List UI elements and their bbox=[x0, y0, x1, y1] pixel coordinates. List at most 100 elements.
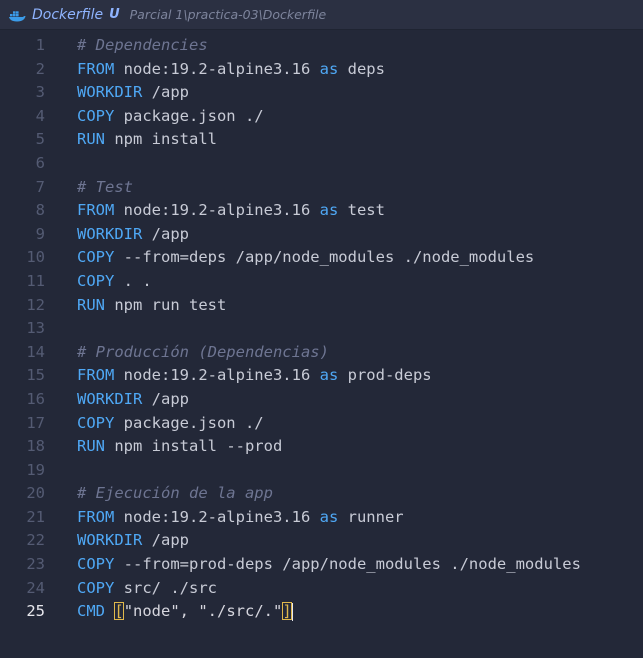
line-content: WORKDIR /app bbox=[45, 529, 189, 553]
docker-icon bbox=[8, 8, 26, 22]
keyword-token: COPY bbox=[77, 248, 115, 267]
line-number: 21 bbox=[26, 507, 45, 526]
line-number: 15 bbox=[26, 366, 45, 385]
line-number: 23 bbox=[26, 555, 45, 574]
line-number: 5 bbox=[35, 130, 45, 149]
text-token: src/ ./src bbox=[114, 578, 217, 597]
keyword-token: RUN bbox=[77, 295, 105, 314]
keyword-token: as bbox=[319, 366, 339, 385]
comment-token: # Producción (Dependencias) bbox=[77, 342, 329, 361]
code-line[interactable]: 13 bbox=[0, 317, 643, 341]
text-token: test bbox=[338, 201, 385, 220]
code-line[interactable]: 20 # Ejecución de la app bbox=[0, 482, 643, 506]
code-line[interactable]: 10 COPY --from=deps /app/node_modules ./n… bbox=[0, 246, 643, 270]
line-number: 4 bbox=[35, 106, 45, 125]
code-line[interactable]: 15 FROM node:19.2-alpine3.16 as prod-deps bbox=[0, 364, 643, 388]
line-content: RUN npm install --prod bbox=[45, 435, 282, 459]
line-number: 25 bbox=[26, 602, 45, 621]
keyword-token: FROM bbox=[77, 507, 115, 526]
line-content bbox=[45, 459, 77, 483]
line-content bbox=[45, 317, 77, 341]
text-token: /app bbox=[142, 531, 189, 550]
line-content: FROM node:19.2-alpine3.16 as deps bbox=[45, 58, 385, 82]
line-number: 7 bbox=[35, 177, 45, 196]
text-token: package.json ./ bbox=[114, 413, 264, 432]
string-token: "node", "./src/." bbox=[123, 602, 283, 621]
line-content: FROM node:19.2-alpine3.16 as test bbox=[45, 199, 385, 223]
keyword-token: FROM bbox=[77, 201, 115, 220]
bracket-match: ] bbox=[282, 602, 292, 621]
keyword-token: COPY bbox=[77, 555, 115, 574]
line-content: WORKDIR /app bbox=[45, 81, 189, 105]
text-token: prod-deps bbox=[338, 366, 432, 385]
comment-token: # Test bbox=[77, 177, 133, 196]
editor-tab[interactable]: Dockerfile U Parcial 1\practica-03\Docke… bbox=[0, 0, 643, 30]
keyword-token: WORKDIR bbox=[77, 83, 143, 102]
code-line[interactable]: 11 COPY . . bbox=[0, 270, 643, 294]
line-content: # Test bbox=[45, 176, 133, 200]
line-content: RUN npm install bbox=[45, 128, 217, 152]
line-content: COPY --from=deps /app/node_modules ./nod… bbox=[45, 246, 534, 270]
code-line[interactable]: 25 CMD ["node", "./src/."] bbox=[0, 600, 643, 624]
keyword-token: as bbox=[319, 507, 339, 526]
code-line[interactable]: 24 COPY src/ ./src bbox=[0, 577, 643, 601]
line-content: FROM node:19.2-alpine3.16 as prod-deps bbox=[45, 364, 432, 388]
code-line[interactable]: 1 # Dependencies bbox=[0, 34, 643, 58]
text-token: --from=prod-deps /app/node_modules ./nod… bbox=[114, 555, 581, 574]
code-line[interactable]: 6 bbox=[0, 152, 643, 176]
text-token: node:19.2-alpine3.16 bbox=[114, 201, 320, 220]
bracket-match: [ bbox=[114, 602, 124, 621]
text-token: deps bbox=[338, 59, 385, 78]
line-number: 19 bbox=[26, 460, 45, 479]
code-line[interactable]: 16 WORKDIR /app bbox=[0, 388, 643, 412]
text-cursor bbox=[291, 602, 294, 621]
code-line[interactable]: 5 RUN npm install bbox=[0, 128, 643, 152]
line-number: 12 bbox=[26, 295, 45, 314]
code-line[interactable]: 14 # Producción (Dependencias) bbox=[0, 341, 643, 365]
code-line[interactable]: 21 FROM node:19.2-alpine3.16 as runner bbox=[0, 506, 643, 530]
line-number: 9 bbox=[35, 224, 45, 243]
line-content: WORKDIR /app bbox=[45, 223, 189, 247]
code-line[interactable]: 9 WORKDIR /app bbox=[0, 223, 643, 247]
line-content: RUN npm run test bbox=[45, 294, 226, 318]
code-line[interactable]: 8 FROM node:19.2-alpine3.16 as test bbox=[0, 199, 643, 223]
comment-token: # Dependencies bbox=[77, 36, 208, 54]
code-line[interactable]: 2 FROM node:19.2-alpine3.16 as deps bbox=[0, 58, 643, 82]
line-content: COPY src/ ./src bbox=[45, 577, 217, 601]
code-line[interactable]: 22 WORKDIR /app bbox=[0, 529, 643, 553]
text-token: node:19.2-alpine3.16 bbox=[114, 507, 320, 526]
code-line[interactable]: 18 RUN npm install --prod bbox=[0, 435, 643, 459]
text-token: npm run test bbox=[105, 295, 227, 314]
line-content: WORKDIR /app bbox=[45, 388, 189, 412]
code-line[interactable]: 3 WORKDIR /app bbox=[0, 81, 643, 105]
text-token: /app bbox=[142, 83, 189, 102]
git-status-badge: U bbox=[109, 7, 120, 22]
line-number: 13 bbox=[26, 319, 45, 338]
keyword-token: RUN bbox=[77, 130, 105, 149]
line-number: 11 bbox=[26, 271, 45, 290]
code-line[interactable]: 19 bbox=[0, 459, 643, 483]
keyword-token: WORKDIR bbox=[77, 224, 143, 243]
text-token: /app bbox=[142, 389, 189, 408]
line-content: # Producción (Dependencias) bbox=[45, 341, 329, 365]
line-content: # Dependencies bbox=[45, 34, 208, 58]
line-content: COPY . . bbox=[45, 270, 152, 294]
keyword-token: as bbox=[319, 201, 339, 220]
code-line[interactable]: 17 COPY package.json ./ bbox=[0, 412, 643, 436]
line-number: 22 bbox=[26, 531, 45, 550]
keyword-token: CMD bbox=[77, 602, 105, 621]
line-number: 14 bbox=[26, 342, 45, 361]
keyword-token: as bbox=[319, 59, 339, 78]
line-content: COPY package.json ./ bbox=[45, 412, 264, 436]
line-content: COPY package.json ./ bbox=[45, 105, 264, 129]
code-editor[interactable]: 1 # Dependencies 2 FROM node:19.2-alpine3.1… bbox=[0, 30, 643, 624]
code-line[interactable]: 4 COPY package.json ./ bbox=[0, 105, 643, 129]
code-line[interactable]: 7 # Test bbox=[0, 176, 643, 200]
text-token: npm install --prod bbox=[105, 437, 283, 456]
text-token: node:19.2-alpine3.16 bbox=[114, 59, 320, 78]
line-number: 1 bbox=[35, 36, 45, 54]
text-token: /app bbox=[142, 224, 189, 243]
code-line[interactable]: 12 RUN npm run test bbox=[0, 294, 643, 318]
code-line[interactable]: 23 COPY --from=prod-deps /app/node_module… bbox=[0, 553, 643, 577]
